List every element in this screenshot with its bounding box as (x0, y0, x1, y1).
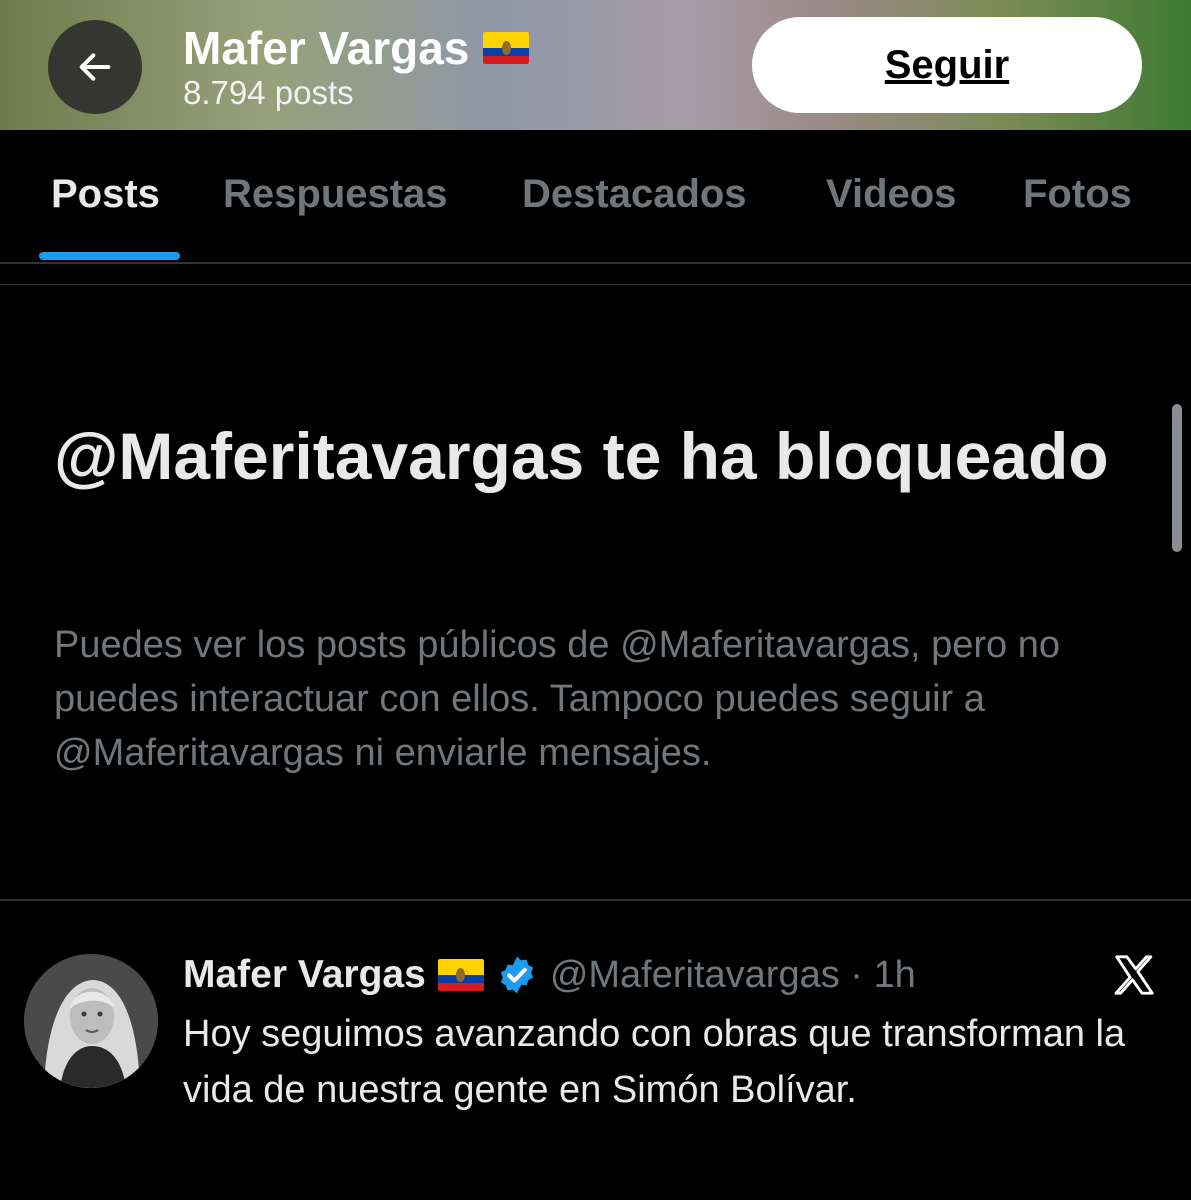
ecuador-flag-icon (437, 959, 484, 991)
x-logo-icon (1114, 955, 1154, 995)
active-tab-indicator (39, 252, 180, 260)
arrow-left-icon (79, 53, 111, 81)
avatar-image (24, 954, 158, 1088)
tab-posts[interactable]: Posts (51, 172, 160, 217)
post-header: Mafer Vargas @Maferitavargas · 1h (183, 948, 916, 1002)
tab-destacados[interactable]: Destacados (522, 172, 747, 217)
tab-fotos[interactable]: Fotos (1023, 172, 1132, 217)
avatar[interactable] (24, 954, 158, 1088)
scrollbar[interactable] (1172, 404, 1182, 552)
back-button[interactable] (48, 20, 142, 114)
tab-videos[interactable]: Videos (826, 172, 956, 217)
blocked-title: @Maferitavargas te ha bloqueado (54, 419, 1109, 493)
divider (0, 899, 1191, 901)
follow-button[interactable]: Seguir (752, 17, 1142, 113)
verified-badge-icon (500, 956, 533, 994)
post-text: Hoy seguimos avanzando con obras que tra… (183, 1013, 1126, 1111)
ecuador-flag-icon (483, 32, 530, 64)
posts-count: 8.794 posts (183, 74, 354, 111)
profile-header: Mafer Vargas 8.794 posts Seguir (0, 0, 1191, 130)
tab-respuestas[interactable]: Respuestas (223, 172, 448, 217)
divider (0, 284, 1191, 285)
post-author-name[interactable]: Mafer Vargas (183, 953, 426, 997)
post-handle-time[interactable]: @Maferitavargas · 1h (550, 954, 916, 997)
blocked-description: Puedes ver los posts públicos de @Maferi… (54, 624, 1060, 774)
profile-tabs: Posts Respuestas Destacados Videos Fotos (0, 130, 1191, 264)
profile-name: Mafer Vargas (183, 22, 470, 74)
profile-name-row: Mafer Vargas (183, 22, 530, 74)
